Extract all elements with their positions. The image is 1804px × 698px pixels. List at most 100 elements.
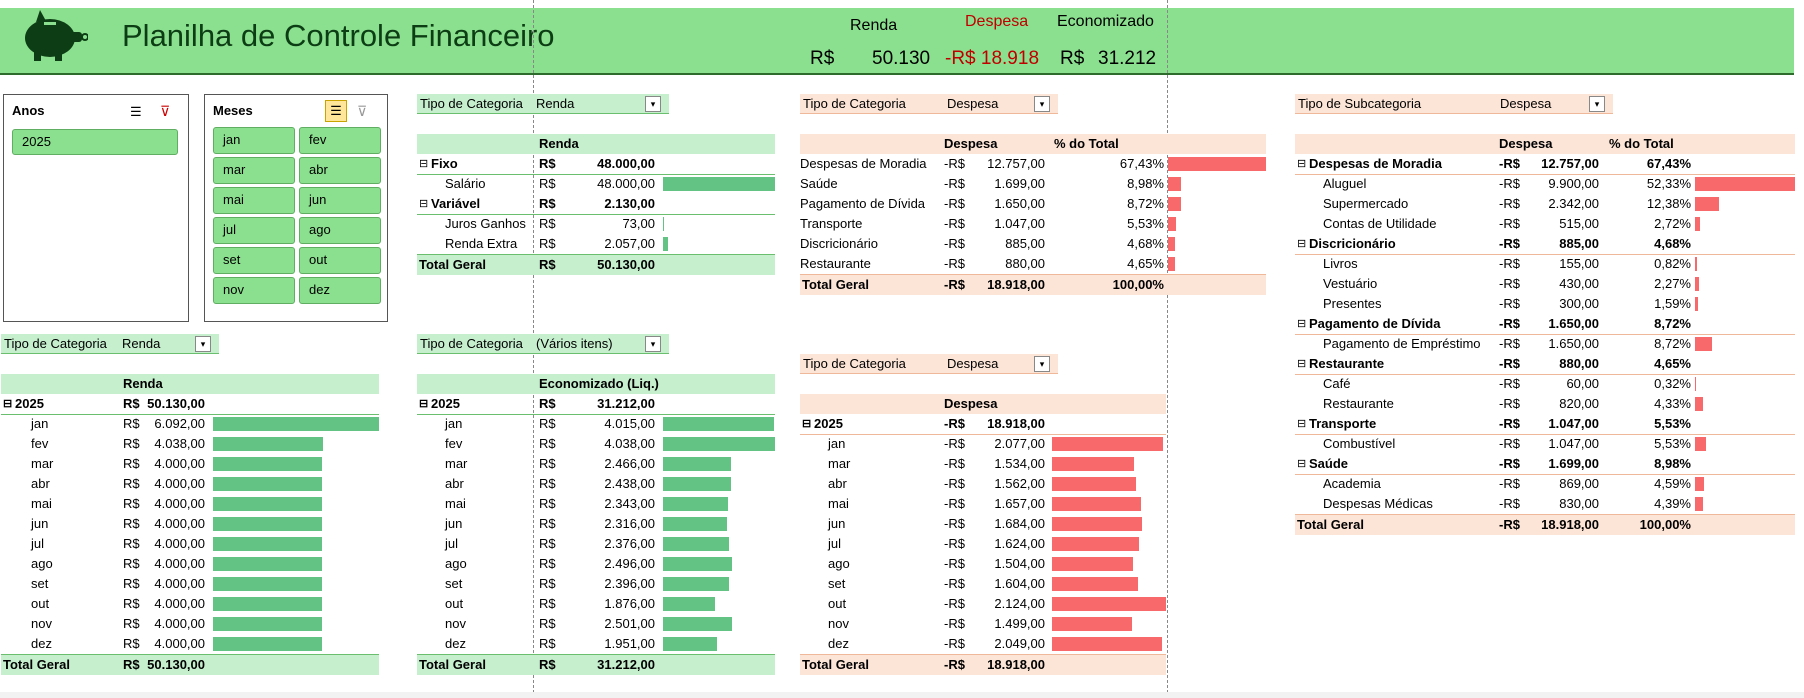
table-row[interactable]: Vestuário -R$ 430,00 2,27%: [1295, 274, 1795, 294]
table-row[interactable]: dez R$ 1.951,00: [417, 634, 775, 654]
table-row[interactable]: mar R$ 4.000,00: [1, 454, 379, 474]
table-row[interactable]: ago R$ 4.000,00: [1, 554, 379, 574]
slicer-anos-item[interactable]: 2025: [12, 129, 178, 155]
pivot-year-row[interactable]: ⊟ 2025 R$ 50.130,00: [1, 394, 379, 415]
table-row[interactable]: nov R$ 4.000,00: [1, 614, 379, 634]
collapse-icon[interactable]: ⊟: [419, 154, 428, 174]
table-row[interactable]: ⊟ Restaurante -R$ 880,00 4,65%: [1295, 354, 1795, 375]
table-row[interactable]: nov -R$ 1.499,00: [800, 614, 1166, 634]
table-row[interactable]: jun R$ 4.000,00: [1, 514, 379, 534]
table-row[interactable]: dez -R$ 2.049,00: [800, 634, 1166, 654]
table-row[interactable]: Contas de Utilidade -R$ 515,00 2,72%: [1295, 214, 1795, 234]
table-row[interactable]: Saúde -R$ 1.699,00 8,98%: [800, 174, 1266, 194]
collapse-icon[interactable]: ⊟: [419, 394, 428, 414]
table-row[interactable]: mar -R$ 1.534,00: [800, 454, 1166, 474]
slicer-meses-item[interactable]: set: [213, 247, 295, 274]
filter-dropdown-icon[interactable]: ▾: [1034, 96, 1050, 112]
slicer-meses-item[interactable]: jul: [213, 217, 295, 244]
table-row[interactable]: out R$ 1.876,00: [417, 594, 775, 614]
slicer-meses-item[interactable]: ago: [299, 217, 381, 244]
table-row[interactable]: ⊟ Discricionário -R$ 885,00 4,68%: [1295, 234, 1795, 255]
table-row[interactable]: Transporte -R$ 1.047,00 5,53%: [800, 214, 1266, 234]
table-row[interactable]: Juros Ganhos R$ 73,00: [417, 214, 775, 234]
table-row[interactable]: set -R$ 1.604,00: [800, 574, 1166, 594]
table-row[interactable]: jul R$ 4.000,00: [1, 534, 379, 554]
table-row[interactable]: Renda Extra R$ 2.057,00: [417, 234, 775, 254]
table-row[interactable]: Academia -R$ 869,00 4,59%: [1295, 474, 1795, 494]
table-row[interactable]: ⊟ Transporte -R$ 1.047,00 5,53%: [1295, 414, 1795, 435]
table-row[interactable]: mai -R$ 1.657,00: [800, 494, 1166, 514]
table-row[interactable]: Pagamento de Dívida -R$ 1.650,00 8,72%: [800, 194, 1266, 214]
filter-dropdown-icon[interactable]: ▾: [1589, 96, 1605, 112]
table-row[interactable]: dez R$ 4.000,00: [1, 634, 379, 654]
collapse-icon[interactable]: ⊟: [1297, 154, 1306, 174]
slicer-meses-item[interactable]: dez: [299, 277, 381, 304]
slicer-meses-item[interactable]: jan: [213, 127, 295, 154]
table-row[interactable]: fev R$ 4.038,00: [1, 434, 379, 454]
table-row[interactable]: Discricionário -R$ 885,00 4,68%: [800, 234, 1266, 254]
clear-filter-icon[interactable]: ⊽: [160, 103, 170, 120]
slicer-meses-item[interactable]: abr: [299, 157, 381, 184]
table-row[interactable]: ⊟ Pagamento de Dívida -R$ 1.650,00 8,72%: [1295, 314, 1795, 335]
table-row[interactable]: Salário R$ 48.000,00: [417, 174, 775, 194]
table-row[interactable]: abr R$ 2.438,00: [417, 474, 775, 494]
collapse-icon[interactable]: ⊟: [1297, 414, 1306, 434]
collapse-icon[interactable]: ⊟: [419, 194, 428, 214]
table-row[interactable]: Restaurante -R$ 820,00 4,33%: [1295, 394, 1795, 414]
slicer-meses-item[interactable]: nov: [213, 277, 295, 304]
slicer-meses-item[interactable]: out: [299, 247, 381, 274]
table-row[interactable]: Aluguel -R$ 9.900,00 52,33%: [1295, 174, 1795, 194]
collapse-icon[interactable]: ⊟: [1297, 234, 1306, 254]
table-row[interactable]: Café -R$ 60,00 0,32%: [1295, 374, 1795, 394]
table-row[interactable]: jul -R$ 1.624,00: [800, 534, 1166, 554]
filter-dropdown-icon[interactable]: ▾: [1034, 356, 1050, 372]
clear-filter-icon[interactable]: ⊽: [357, 103, 367, 120]
table-row[interactable]: jul R$ 2.376,00: [417, 534, 775, 554]
filter-dropdown-icon[interactable]: ▾: [645, 96, 661, 112]
table-row[interactable]: ⊟ Fixo R$ 48.000,00: [417, 154, 775, 175]
slicer-meses-item[interactable]: jun: [299, 187, 381, 214]
collapse-icon[interactable]: ⊟: [1297, 314, 1306, 334]
pivot-year-row[interactable]: ⊟ 2025 R$ 31.212,00: [417, 394, 775, 415]
table-row[interactable]: abr -R$ 1.562,00: [800, 474, 1166, 494]
filter-dropdown-icon[interactable]: ▾: [195, 336, 211, 352]
table-row[interactable]: ⊟ Saúde -R$ 1.699,00 8,98%: [1295, 454, 1795, 475]
table-row[interactable]: ago -R$ 1.504,00: [800, 554, 1166, 574]
slicer-meses-item[interactable]: mar: [213, 157, 295, 184]
slicer-meses-item[interactable]: mai: [213, 187, 295, 214]
filter-dropdown-icon[interactable]: ▾: [645, 336, 661, 352]
slicer-meses-item[interactable]: fev: [299, 127, 381, 154]
collapse-icon[interactable]: ⊟: [3, 394, 12, 414]
table-row[interactable]: out -R$ 2.124,00: [800, 594, 1166, 614]
pivot-year-row[interactable]: ⊟ 2025 -R$ 18.918,00: [800, 414, 1166, 435]
table-row[interactable]: abr R$ 4.000,00: [1, 474, 379, 494]
table-row[interactable]: Livros -R$ 155,00 0,82%: [1295, 254, 1795, 274]
collapse-icon[interactable]: ⊟: [802, 414, 811, 434]
table-row[interactable]: jan R$ 4.015,00: [417, 414, 775, 434]
collapse-icon[interactable]: ⊟: [1297, 454, 1306, 474]
collapse-icon[interactable]: ⊟: [1297, 354, 1306, 374]
table-row[interactable]: ⊟ Despesas de Moradia -R$ 12.757,00 67,43%: [1295, 154, 1795, 175]
table-row[interactable]: mai R$ 4.000,00: [1, 494, 379, 514]
table-row[interactable]: ⊟ Variável R$ 2.130,00: [417, 194, 775, 215]
table-row[interactable]: ago R$ 2.496,00: [417, 554, 775, 574]
table-row[interactable]: mar R$ 2.466,00: [417, 454, 775, 474]
table-row[interactable]: set R$ 2.396,00: [417, 574, 775, 594]
table-row[interactable]: Restaurante -R$ 880,00 4,65%: [800, 254, 1266, 274]
table-row[interactable]: jan -R$ 2.077,00: [800, 434, 1166, 454]
multi-select-icon[interactable]: ☰: [130, 104, 142, 120]
table-row[interactable]: set R$ 4.000,00: [1, 574, 379, 594]
table-row[interactable]: Supermercado -R$ 2.342,00 12,38%: [1295, 194, 1795, 214]
table-row[interactable]: nov R$ 2.501,00: [417, 614, 775, 634]
table-row[interactable]: jun R$ 2.316,00: [417, 514, 775, 534]
table-row[interactable]: Combustível -R$ 1.047,00 5,53%: [1295, 434, 1795, 454]
table-row[interactable]: Despesas Médicas -R$ 830,00 4,39%: [1295, 494, 1795, 514]
table-row[interactable]: jun -R$ 1.684,00: [800, 514, 1166, 534]
table-row[interactable]: jan R$ 6.092,00: [1, 414, 379, 434]
multi-select-icon[interactable]: ☰: [325, 100, 347, 122]
table-row[interactable]: Despesas de Moradia -R$ 12.757,00 67,43%: [800, 154, 1266, 174]
table-row[interactable]: Presentes -R$ 300,00 1,59%: [1295, 294, 1795, 314]
table-row[interactable]: fev R$ 4.038,00: [417, 434, 775, 454]
table-row[interactable]: mai R$ 2.343,00: [417, 494, 775, 514]
table-row[interactable]: Pagamento de Empréstimo -R$ 1.650,00 8,72%: [1295, 334, 1795, 354]
